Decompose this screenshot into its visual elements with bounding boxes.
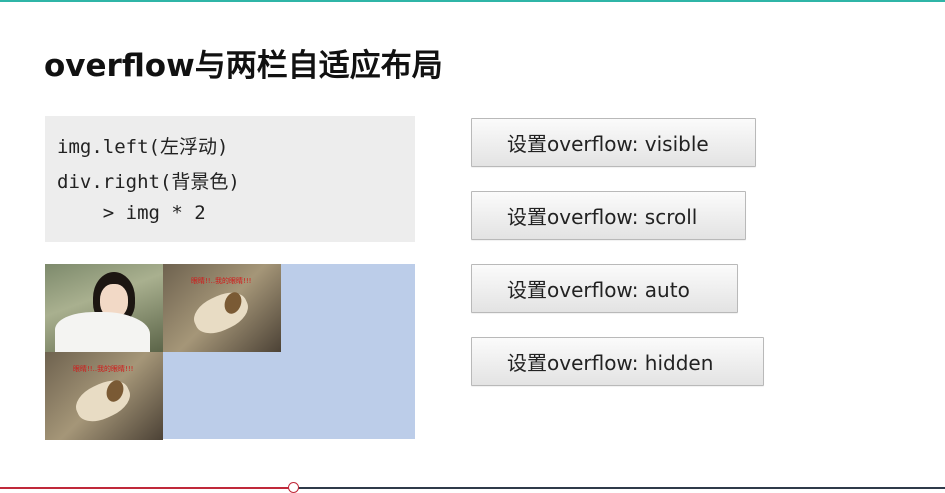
video-progress-bar[interactable] [0,482,945,493]
overflow-hidden-button[interactable]: 设置overflow: hidden [471,337,764,386]
code-line: img.left(左浮动) [57,136,229,158]
dog-photo-image: 眼睛!!..我的眼睛!!! [45,352,163,440]
dog-body-shape [188,285,254,341]
dog-body-shape [70,373,136,429]
video-progress-handle[interactable] [287,482,299,493]
dog-photo-caption: 眼睛!!..我的眼睛!!! [191,277,252,285]
code-line: > img * 2 [57,202,206,224]
girl-photo-image [45,264,163,352]
video-progress-played [0,487,293,489]
girl-coat-shape [55,312,150,352]
top-accent-rule [0,0,945,2]
overflow-auto-button[interactable]: 设置overflow: auto [471,264,738,313]
code-line: div.right(背景色) [57,171,240,193]
overflow-demo-container: 眼睛!!..我的眼睛!!! 眼睛!!..我的眼睛!!! [45,264,415,440]
slide-title: overflow与两栏自适应布局 [44,48,443,84]
overflow-scroll-button[interactable]: 设置overflow: scroll [471,191,746,240]
code-block: img.left(左浮动) div.right(背景色) > img * 2 [45,116,415,242]
dog-photo-caption: 眼睛!!..我的眼睛!!! [73,365,134,373]
overflow-visible-button[interactable]: 设置overflow: visible [471,118,756,167]
dog-photo-image: 眼睛!!..我的眼睛!!! [163,264,281,352]
